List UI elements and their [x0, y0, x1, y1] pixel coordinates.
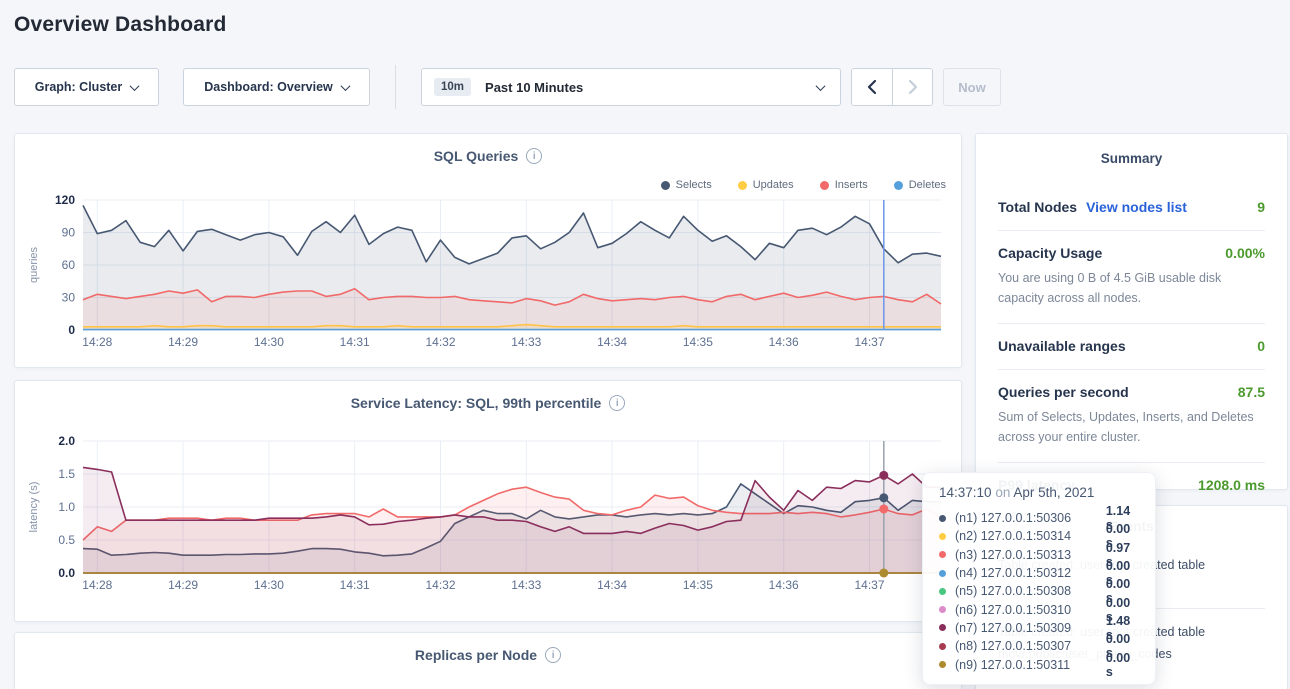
chevron-down-icon: [340, 81, 350, 91]
summary-row-qps: Queries per second 87.5: [998, 384, 1265, 400]
svg-text:queries: queries: [28, 246, 40, 283]
view-nodes-list-link[interactable]: View nodes list: [1086, 199, 1187, 215]
capacity-usage-description: You are using 0 B of 4.5 GiB usable disk…: [998, 268, 1265, 308]
svg-text:14:37: 14:37: [854, 578, 884, 592]
node-color-dot-icon: [939, 588, 946, 595]
inserts-dot-icon: [820, 181, 829, 190]
summary-divider: [998, 369, 1265, 370]
svg-text:14:28: 14:28: [82, 335, 112, 349]
svg-text:14:30: 14:30: [254, 335, 284, 349]
chevron-down-icon: [130, 81, 140, 91]
svg-text:14:33: 14:33: [511, 335, 541, 349]
service-latency-chart-title: Service Latency: SQL, 99th percentile i: [15, 395, 961, 411]
time-next-button[interactable]: [892, 69, 932, 105]
svg-text:14:37: 14:37: [854, 335, 884, 349]
svg-text:14:35: 14:35: [683, 578, 713, 592]
svg-text:0.0: 0.0: [58, 566, 75, 580]
capacity-usage-value: 0.00%: [1225, 245, 1265, 261]
summary-divider: [998, 323, 1265, 324]
svg-text:0: 0: [68, 323, 75, 337]
svg-text:14:28: 14:28: [82, 578, 112, 592]
chart-tooltip: 14:37:10 on Apr 5th, 2021 (n1) 127.0.0.1…: [922, 472, 1156, 685]
time-range-label: Past 10 Minutes: [485, 80, 817, 95]
page-title: Overview Dashboard: [14, 13, 227, 37]
qps-description: Sum of Selects, Updates, Inserts, and De…: [998, 407, 1265, 447]
summary-row-unavailable-ranges: Unavailable ranges 0: [998, 338, 1265, 354]
summary-panel: Summary Total Nodes View nodes list 9 Ca…: [975, 133, 1288, 490]
svg-text:14:29: 14:29: [168, 578, 198, 592]
qps-value: 87.5: [1238, 384, 1265, 400]
chevron-down-icon: [816, 81, 826, 91]
svg-text:14:35: 14:35: [683, 335, 713, 349]
node-color-dot-icon: [939, 606, 946, 613]
info-icon[interactable]: i: [545, 647, 561, 663]
dashboard-dropdown[interactable]: Dashboard: Overview: [183, 68, 370, 106]
node-color-dot-icon: [939, 661, 946, 668]
replicas-per-node-chart-card: Replicas per Node i: [14, 632, 962, 689]
summary-divider: [998, 462, 1265, 463]
chevron-right-icon: [908, 79, 918, 95]
svg-text:14:34: 14:34: [597, 335, 627, 349]
dashboard-label: Dashboard: Overview: [204, 80, 333, 94]
summary-row-total-nodes: Total Nodes View nodes list 9: [998, 199, 1265, 215]
sql-queries-chart-plot[interactable]: 14:28 14:29 14:30 14:31 14:32 14:33 14:34 14:35…: [19, 190, 949, 358]
overview-dashboard-page: Overview Dashboard Graph: Cluster Dashbo…: [0, 0, 1290, 689]
updates-dot-icon: [738, 181, 747, 190]
svg-text:14:31: 14:31: [340, 335, 370, 349]
p99-latency-value: 1208.0 ms: [1198, 477, 1265, 493]
svg-text:14:29: 14:29: [168, 335, 198, 349]
node-color-dot-icon: [939, 551, 946, 558]
summary-divider: [998, 230, 1265, 231]
sql-queries-chart-title: SQL Queries i: [15, 148, 961, 164]
svg-text:14:36: 14:36: [769, 335, 799, 349]
controls-divider: [395, 65, 396, 109]
svg-text:14:34: 14:34: [597, 578, 627, 592]
svg-text:2.0: 2.0: [58, 434, 75, 448]
now-button[interactable]: Now: [943, 68, 1001, 106]
svg-text:120: 120: [55, 193, 75, 207]
node-color-dot-icon: [939, 643, 946, 650]
svg-text:latency (s): latency (s): [28, 482, 40, 533]
chevron-left-icon: [867, 79, 877, 95]
node-color-dot-icon: [939, 624, 946, 631]
selects-dot-icon: [661, 181, 670, 190]
graph-scope-dropdown[interactable]: Graph: Cluster: [14, 68, 159, 106]
info-icon[interactable]: i: [609, 395, 625, 411]
deletes-dot-icon: [894, 181, 903, 190]
time-range-badge: 10m: [434, 78, 471, 96]
node-color-dot-icon: [939, 570, 946, 577]
summary-title: Summary: [976, 134, 1287, 166]
svg-text:90: 90: [62, 226, 76, 240]
sql-queries-chart-card: SQL Queries i Selects Updates Inserts De…: [14, 133, 962, 368]
svg-text:60: 60: [62, 258, 76, 272]
svg-text:14:32: 14:32: [425, 578, 455, 592]
info-icon[interactable]: i: [526, 148, 542, 164]
svg-text:1.0: 1.0: [58, 500, 75, 514]
node-color-dot-icon: [939, 533, 946, 540]
graph-scope-label: Graph: Cluster: [35, 80, 123, 94]
svg-text:14:31: 14:31: [340, 578, 370, 592]
svg-text:1.5: 1.5: [58, 467, 75, 481]
time-prev-button[interactable]: [852, 69, 892, 105]
service-latency-chart-card: Service Latency: SQL, 99th percentile i …: [14, 380, 962, 622]
svg-text:14:32: 14:32: [425, 335, 455, 349]
svg-text:14:33: 14:33: [511, 578, 541, 592]
replicas-per-node-chart-title: Replicas per Node i: [15, 647, 961, 663]
svg-text:30: 30: [62, 291, 76, 305]
time-step-buttons: [851, 68, 933, 106]
svg-text:0.5: 0.5: [58, 533, 75, 547]
time-range-picker[interactable]: 10m Past 10 Minutes: [421, 68, 841, 106]
tooltip-row-n9: (n9) 127.0.0.1:503110.00 s: [939, 655, 1139, 673]
service-latency-chart-plot[interactable]: 14:28 14:29 14:30 14:31 14:32 14:33 14:34 14:35…: [19, 431, 949, 609]
total-nodes-value: 9: [1257, 199, 1265, 215]
svg-text:14:30: 14:30: [254, 578, 284, 592]
unavailable-ranges-value: 0: [1257, 338, 1265, 354]
summary-row-capacity: Capacity Usage 0.00%: [998, 245, 1265, 261]
tooltip-timestamp: 14:37:10 on Apr 5th, 2021: [939, 485, 1139, 500]
svg-text:14:36: 14:36: [769, 578, 799, 592]
node-color-dot-icon: [939, 515, 946, 522]
dashboard-controls: Graph: Cluster Dashboard: Overview 10m P…: [14, 68, 1001, 106]
